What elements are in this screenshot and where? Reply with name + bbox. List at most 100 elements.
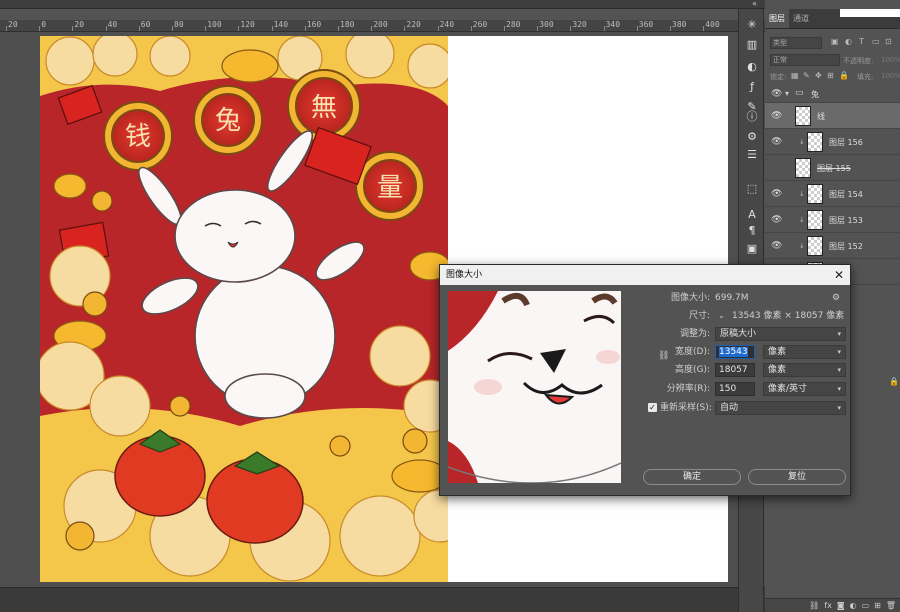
clip-arrow-icon: ↓ xyxy=(799,242,805,250)
swatch-icon[interactable]: ▣ xyxy=(744,241,760,257)
options-bar xyxy=(0,0,765,9)
color-icon[interactable]: ◐ xyxy=(744,59,760,75)
collapse-panels-icon[interactable]: « xyxy=(752,0,757,8)
ruler-tick-label: 300 xyxy=(539,20,554,29)
ruler-tick-mark xyxy=(470,26,472,31)
visibility-eye-icon[interactable]: 👁 xyxy=(771,89,782,99)
visibility-eye-icon[interactable]: 👁 xyxy=(771,215,782,225)
layer-group-rabbit[interactable]: 👁 ▾ ▭ 兔 xyxy=(765,85,900,103)
lock-paint-icon[interactable]: ✎ xyxy=(803,71,810,80)
layer-thumbnail xyxy=(807,210,823,230)
chevron-down-icon[interactable]: ⌄ xyxy=(718,309,725,323)
layer-row[interactable]: 图层 155 xyxy=(765,155,900,181)
link-icon[interactable]: ⛓ xyxy=(809,599,819,612)
tab-layers[interactable]: 图层 xyxy=(765,9,789,28)
fx-icon[interactable]: ƒ xyxy=(744,79,760,95)
close-icon[interactable]: ✕ xyxy=(834,265,844,285)
lock-all-icon[interactable]: 🔒 xyxy=(839,71,849,80)
opacity-value[interactable]: 100% xyxy=(881,56,900,64)
paragraph-icon[interactable]: ¶ xyxy=(744,223,760,239)
ruler-tick-label: 220 xyxy=(406,20,421,29)
resample-checkbox[interactable]: ✓ xyxy=(648,403,657,412)
filter-pixel-icon[interactable]: ▣ xyxy=(831,37,839,46)
resolution-input[interactable]: 150 xyxy=(715,382,755,396)
layer-name: 图层 152 xyxy=(829,242,863,251)
resolution-label: 分辨率(R): xyxy=(666,384,710,394)
trash-icon[interactable]: 🗑 xyxy=(886,599,896,612)
status-bar xyxy=(0,587,765,612)
width-unit: 像素 xyxy=(768,347,787,357)
ruler-tick-label: 280 xyxy=(506,20,521,29)
resolution-value: 150 xyxy=(719,384,737,394)
ruler-tick-label: 0 xyxy=(41,20,47,29)
filter-shape-icon[interactable]: ▭ xyxy=(872,37,880,46)
width-input[interactable]: 13543 xyxy=(715,345,755,359)
fit-to-label: 调整为: xyxy=(679,329,710,339)
layer-name: 图层 154 xyxy=(829,190,863,199)
history-icon[interactable]: ▥ xyxy=(744,37,760,53)
height-input[interactable]: 18057 xyxy=(715,363,755,377)
layer-row[interactable]: 👁 ↓ 图层 156 xyxy=(765,129,900,155)
height-unit-select[interactable]: 像素 ▾ xyxy=(763,363,846,377)
coin-char-4: 量 xyxy=(377,173,403,203)
layer-name: 图层 156 xyxy=(829,138,863,147)
layer-row[interactable]: 👁 ↓ 图层 154 xyxy=(765,181,900,207)
ruler-tick-label: 60 xyxy=(140,20,151,29)
ruler-tick-mark xyxy=(39,26,41,31)
dialog-title-bar[interactable]: 图像大小 ✕ xyxy=(440,265,850,285)
ruler-tick-label: 360 xyxy=(638,20,654,29)
gear-icon[interactable]: ⚙ xyxy=(832,291,840,305)
layer-thumbnail xyxy=(807,132,823,152)
reset-button[interactable]: 复位 xyxy=(748,469,846,485)
coin-char-3: 無 xyxy=(311,93,337,123)
visibility-eye-icon[interactable]: 👁 xyxy=(771,189,782,199)
group-name: 兔 xyxy=(811,90,819,99)
lock-move-icon[interactable]: ✥ xyxy=(815,71,822,80)
panel-header-strip xyxy=(840,9,900,17)
ruler-tick-label: 340 xyxy=(605,20,621,29)
info-icon[interactable]: ⓘ xyxy=(744,109,760,125)
width-unit-select[interactable]: 像素 ▾ xyxy=(763,345,846,359)
filter-smart-icon[interactable]: ⊡ xyxy=(885,37,892,46)
ruler-tick-label: 20 xyxy=(8,20,18,29)
layer-row[interactable]: 👁 线 xyxy=(765,103,900,129)
width-label: 宽度(D): xyxy=(675,347,710,357)
character-icon[interactable]: A xyxy=(744,207,760,223)
layer-row[interactable]: 👁 ↓ 图层 152 xyxy=(765,233,900,259)
filter-adjust-icon[interactable]: ◐ xyxy=(845,37,852,46)
new-layer-icon[interactable]: ⊞ xyxy=(874,599,881,612)
fill-value[interactable]: 100% xyxy=(881,72,900,80)
layer-filter-select[interactable]: 类型 xyxy=(770,37,822,49)
fx-icon[interactable]: fx xyxy=(824,599,832,612)
layer-row[interactable]: 👁 ↓ 图层 153 xyxy=(765,207,900,233)
visibility-eye-icon[interactable]: 👁 xyxy=(771,241,782,251)
ruler-tick-mark xyxy=(338,26,339,31)
resolution-unit-select[interactable]: 像素/英寸 ▾ xyxy=(763,382,846,396)
lock-artboard-icon[interactable]: ⊞ xyxy=(827,71,834,80)
lock-icon: 🔒 xyxy=(889,377,899,386)
ruler-tick-mark xyxy=(271,26,273,31)
layer-name: 图层 153 xyxy=(829,216,863,225)
fit-to-select[interactable]: 原稿大小 ▾ xyxy=(715,327,846,341)
adjustment-icon[interactable]: ◐ xyxy=(850,599,857,612)
3d-icon[interactable]: ⬚ xyxy=(744,181,760,197)
blend-mode-select[interactable]: 正常 xyxy=(770,54,840,66)
sliders-icon[interactable]: ☰ xyxy=(744,147,760,163)
sparkle-icon[interactable]: ✳ xyxy=(744,17,760,33)
lock-pixels-icon[interactable]: ▦ xyxy=(791,71,799,80)
fit-to-row: 调整为: 原稿大小 ▾ xyxy=(440,327,852,341)
ruler-tick-mark xyxy=(504,26,505,31)
lock-label: 锁定: xyxy=(770,73,787,81)
resample-select[interactable]: 自动 ▾ xyxy=(715,401,846,415)
ok-button[interactable]: 确定 xyxy=(643,469,741,485)
visibility-eye-icon[interactable]: 👁 xyxy=(771,137,782,147)
group-icon[interactable]: ▭ xyxy=(862,599,870,612)
visibility-eye-icon[interactable]: 👁 xyxy=(771,111,782,121)
tab-channels[interactable]: 通道 xyxy=(789,9,813,28)
dialog-title: 图像大小 xyxy=(446,270,483,280)
layer-thumbnail xyxy=(807,184,823,204)
adjust-icon[interactable]: ⚙ xyxy=(744,129,760,145)
group-expand-icon[interactable]: ▾ xyxy=(785,89,789,98)
filter-type-icon[interactable]: T xyxy=(859,37,864,46)
mask-icon[interactable]: ◙ xyxy=(837,599,845,612)
